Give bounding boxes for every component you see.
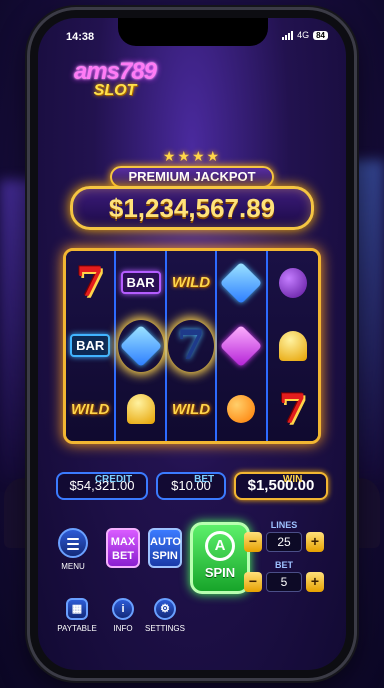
bet-stepper-value: 5	[266, 572, 302, 592]
game-logo: ams789 SLOT	[60, 58, 170, 118]
phone-frame: 14:38 4G 84 ams789 SLOT ★★★★ PREMIUM JAC…	[30, 10, 354, 678]
network-label: 4G	[297, 30, 310, 40]
symbol-purple-gem	[218, 320, 264, 372]
lines-label: LINES	[270, 520, 298, 530]
jackpot-banner: ★★★★ PREMIUM JACKPOT $1,234,567.89	[70, 148, 314, 236]
stats-bar: CREDIT $54,321.00 BET $10.00 WIN $1,500.…	[56, 466, 328, 506]
bet-stepper: − 5 +	[244, 572, 324, 594]
bell-icon	[278, 330, 307, 361]
reel-2: BAR	[116, 251, 167, 441]
symbol-bell	[118, 383, 164, 435]
menu-label: MENU	[61, 562, 85, 571]
symbol-seven: 7	[168, 320, 214, 372]
max-bet-button[interactable]: MAX BET	[106, 528, 140, 568]
lines-increase-button[interactable]: +	[306, 532, 324, 552]
lines-value: 25	[266, 532, 302, 552]
spin-button[interactable]: A SPIN	[190, 522, 250, 594]
jackpot-value: $1,234,567.89	[70, 186, 314, 230]
reel-grid: 7 BAR WILD BAR WILD 7 WILD 7	[63, 248, 321, 444]
settings-button[interactable]: ⚙	[154, 598, 176, 620]
reel-3: WILD 7 WILD	[166, 251, 218, 441]
symbol-diamond-gem	[218, 257, 264, 309]
win-label: WIN	[282, 474, 303, 485]
symbol-wild: WILD	[71, 400, 110, 418]
auto-spin-label-line2: SPIN	[152, 550, 178, 562]
gem-icon	[220, 324, 263, 368]
reel-4	[217, 251, 268, 441]
symbol-seven: 7	[76, 259, 105, 307]
status-time: 14:38	[66, 31, 95, 43]
auto-spin-label-line1: AUTO	[150, 536, 181, 548]
symbol-bar: BAR	[67, 320, 113, 372]
star-icons: ★★★★	[162, 148, 222, 164]
bet-stepper-label: BET	[275, 560, 293, 570]
symbol-wild: WILD	[171, 400, 211, 418]
menu-icon	[67, 538, 79, 553]
bet-increase-button[interactable]: +	[306, 572, 324, 592]
credit-label: CREDIT	[94, 474, 133, 485]
status-indicators: 4G 84	[282, 30, 328, 40]
plum-icon	[278, 267, 307, 298]
auto-spin-button[interactable]: AUTO SPIN	[148, 528, 182, 568]
status-bar: 14:38 4G 84	[38, 18, 346, 54]
reel-1: 7 BAR WILD	[66, 251, 117, 441]
info-button[interactable]: i	[112, 598, 134, 620]
symbol-bell	[270, 320, 316, 372]
bet-label: BET	[194, 474, 215, 485]
bell-icon	[126, 394, 155, 425]
max-bet-label-line1: MAX	[110, 536, 136, 548]
bet-display: BET $10.00	[156, 472, 226, 500]
diamond-icon	[119, 324, 162, 368]
orange-icon	[227, 395, 256, 424]
symbol-wild: WILD	[171, 274, 211, 292]
lines-stepper: − 25 +	[244, 532, 324, 554]
paytable-icon: ▦	[71, 603, 83, 615]
win-display: WIN $1,500.00	[234, 472, 328, 500]
symbol-plum	[270, 257, 316, 309]
symbol-diamond-gem	[118, 320, 164, 372]
settings-label: SETTINGS	[144, 624, 185, 633]
paytable-button[interactable]: ▦	[66, 598, 88, 620]
reel-5: 7	[267, 251, 318, 441]
symbol-seven: 7	[278, 385, 307, 433]
jackpot-label: PREMIUM JACKPOT	[110, 166, 274, 188]
max-bet-label-line2: BET	[112, 550, 134, 562]
bet-decrease-button[interactable]: −	[244, 572, 262, 592]
symbol-bar: BAR	[118, 257, 164, 309]
battery-icon: 84	[313, 30, 328, 40]
credit-display: CREDIT $54,321.00	[56, 472, 148, 500]
info-icon: i	[121, 603, 125, 615]
signal-icon	[282, 30, 294, 40]
lines-decrease-button[interactable]: −	[244, 532, 262, 552]
spin-label: SPIN	[204, 565, 236, 580]
symbol-orange	[218, 383, 264, 435]
menu-button[interactable]	[58, 528, 88, 558]
spin-icon: A	[205, 531, 235, 561]
dynamic-island	[118, 18, 268, 46]
gear-icon: ⚙	[160, 603, 170, 615]
game-screen: 14:38 4G 84 ams789 SLOT ★★★★ PREMIUM JAC…	[38, 18, 346, 670]
controls-panel: MENU MAX BET AUTO SPIN A SPIN LINES − 25…	[50, 518, 334, 668]
diamond-icon	[220, 261, 263, 304]
